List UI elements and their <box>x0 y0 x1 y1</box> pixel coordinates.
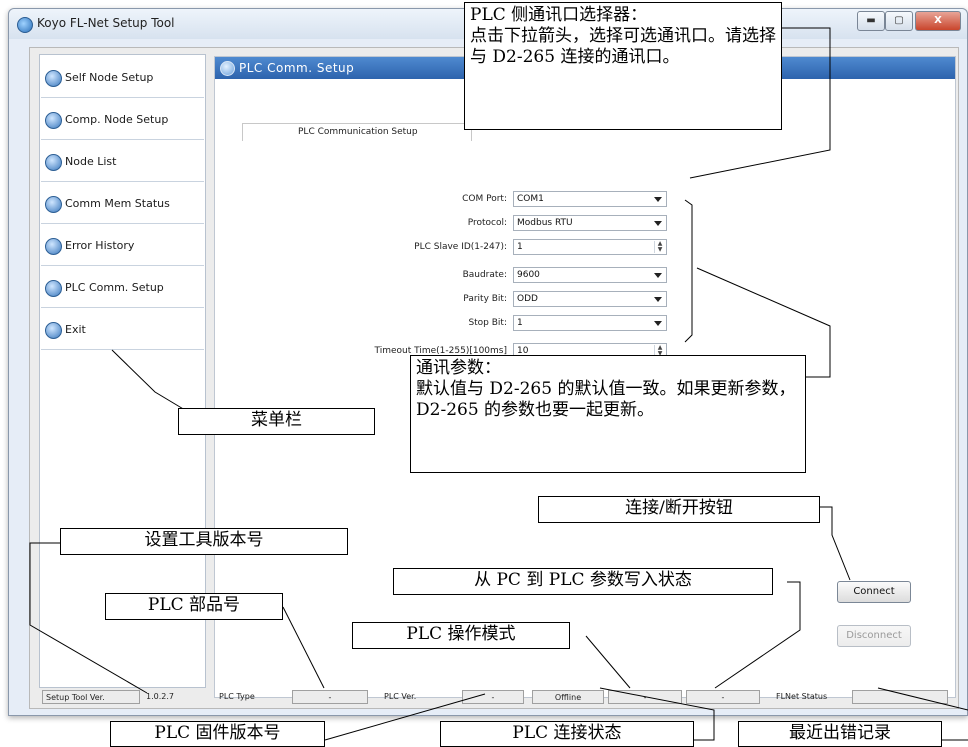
com-port-select[interactable]: COM1 <box>513 191 667 207</box>
chevron-down-icon <box>654 197 662 202</box>
group-title: PLC Communication Setup <box>242 123 472 141</box>
callout-plc-mode: PLC 操作模式 <box>352 622 570 649</box>
menu-item-comm-mem-status[interactable]: Comm Mem Status <box>41 185 204 224</box>
parity-select[interactable]: ODD <box>513 291 667 307</box>
callout-plc-firmware: PLC 固件版本号 <box>110 721 325 747</box>
menu-item-node-list[interactable]: Node List <box>41 143 204 182</box>
flnet-status-label: FLNet Status <box>776 692 828 701</box>
callout-write-status: 从 PC 到 PLC 参数写入状态 <box>393 568 773 595</box>
plc-ver-label: PLC Ver. <box>384 692 417 701</box>
plc-setup-icon <box>220 61 235 76</box>
callout-menu-bar: 菜单栏 <box>178 408 375 435</box>
status-circle-icon <box>45 196 62 213</box>
menu-item-self-node-setup[interactable]: Self Node Setup <box>41 59 204 98</box>
connect-button[interactable]: Connect <box>837 581 911 603</box>
baudrate-select[interactable]: 9600 <box>513 267 667 283</box>
chevron-down-icon <box>654 221 662 226</box>
spin-arrows-icon[interactable]: ▲ ▼ <box>654 241 665 253</box>
exit-circle-icon <box>45 322 62 339</box>
menu-item-label: Comp. Node Setup <box>65 113 169 126</box>
chevron-down-icon <box>654 321 662 326</box>
callout-plc-part-no: PLC 部品号 <box>105 593 283 620</box>
connection-state: Offline <box>532 690 604 704</box>
plc-circle-icon <box>45 280 62 297</box>
disconnect-button[interactable]: Disconnect <box>837 625 911 647</box>
callout-connect-button: 连接/断开按钮 <box>538 496 820 523</box>
maximize-button[interactable]: ▢ <box>885 11 913 31</box>
status-bar: Setup Tool Ver. 1.0.2.7 PLC Type - PLC V… <box>42 690 952 706</box>
menu-item-error-history[interactable]: Error History <box>41 227 204 266</box>
write-status-value: - <box>686 690 760 704</box>
close-button[interactable]: X <box>915 11 961 31</box>
plc-mode-value: - <box>608 690 682 704</box>
window-title: Koyo FL-Net Setup Tool <box>37 16 175 30</box>
protocol-value: Modbus RTU <box>517 218 573 228</box>
slave-id-stepper[interactable]: 1 ▲ ▼ <box>513 239 667 255</box>
stop-bit-select[interactable]: 1 <box>513 315 667 331</box>
minimize-button[interactable]: ▬ <box>857 11 885 31</box>
com-port-label: COM Port: <box>462 194 507 204</box>
protocol-select[interactable]: Modbus RTU <box>513 215 667 231</box>
callout-comm-params: 通讯参数： 默认值与 D2-265 的默认值一致。如果更新参数，D2-265 的… <box>410 355 806 473</box>
callout-tool-version: 设置工具版本号 <box>60 528 348 555</box>
baudrate-value: 9600 <box>517 270 540 280</box>
menu-item-label: Node List <box>65 155 117 168</box>
slave-id-value: 1 <box>517 242 523 252</box>
callout-com-selector: PLC 侧通讯口选择器： 点击下拉箭头，选择可选通讯口。请选择与 D2-265 … <box>464 2 782 130</box>
plc-type-value: - <box>292 690 368 704</box>
chevron-down-icon <box>654 273 662 278</box>
menu-item-label: PLC Comm. Setup <box>65 281 164 294</box>
app-icon <box>17 17 33 33</box>
menu-item-label: Self Node Setup <box>65 71 154 84</box>
history-circle-icon <box>45 238 62 255</box>
callout-recent-error: 最近出错记录 <box>738 721 942 747</box>
slave-id-label: PLC Slave ID(1-247): <box>414 242 507 252</box>
menu-item-plc-comm-setup[interactable]: PLC Comm. Setup <box>41 269 204 308</box>
protocol-label: Protocol: <box>467 218 507 228</box>
list-circle-icon <box>45 154 62 171</box>
flnet-status-value <box>852 690 948 704</box>
plc-ver-value: - <box>462 690 524 704</box>
stop-bit-label: Stop Bit: <box>468 318 507 328</box>
menu-item-label: Comm Mem Status <box>65 197 170 210</box>
menu-item-label: Error History <box>65 239 135 252</box>
menu-item-label: Exit <box>65 323 86 336</box>
parity-value: ODD <box>517 294 538 304</box>
setup-ver-value: 1.0.2.7 <box>146 692 174 701</box>
panel-title: PLC Comm. Setup <box>239 61 355 75</box>
stop-bit-value: 1 <box>517 318 523 328</box>
stop-circle-icon <box>45 112 62 129</box>
menu-item-exit[interactable]: Exit <box>41 311 204 350</box>
com-port-value: COM1 <box>517 194 544 204</box>
callout-plc-connection-state: PLC 连接状态 <box>440 721 694 747</box>
parity-label: Parity Bit: <box>463 294 507 304</box>
baudrate-label: Baudrate: <box>462 270 507 280</box>
plc-type-label: PLC Type <box>219 692 255 701</box>
setup-ver-label: Setup Tool Ver. <box>42 690 140 704</box>
circle-arrow-icon <box>45 70 62 87</box>
menu-item-comp-node-setup[interactable]: Comp. Node Setup <box>41 101 204 140</box>
chevron-down-icon <box>654 297 662 302</box>
